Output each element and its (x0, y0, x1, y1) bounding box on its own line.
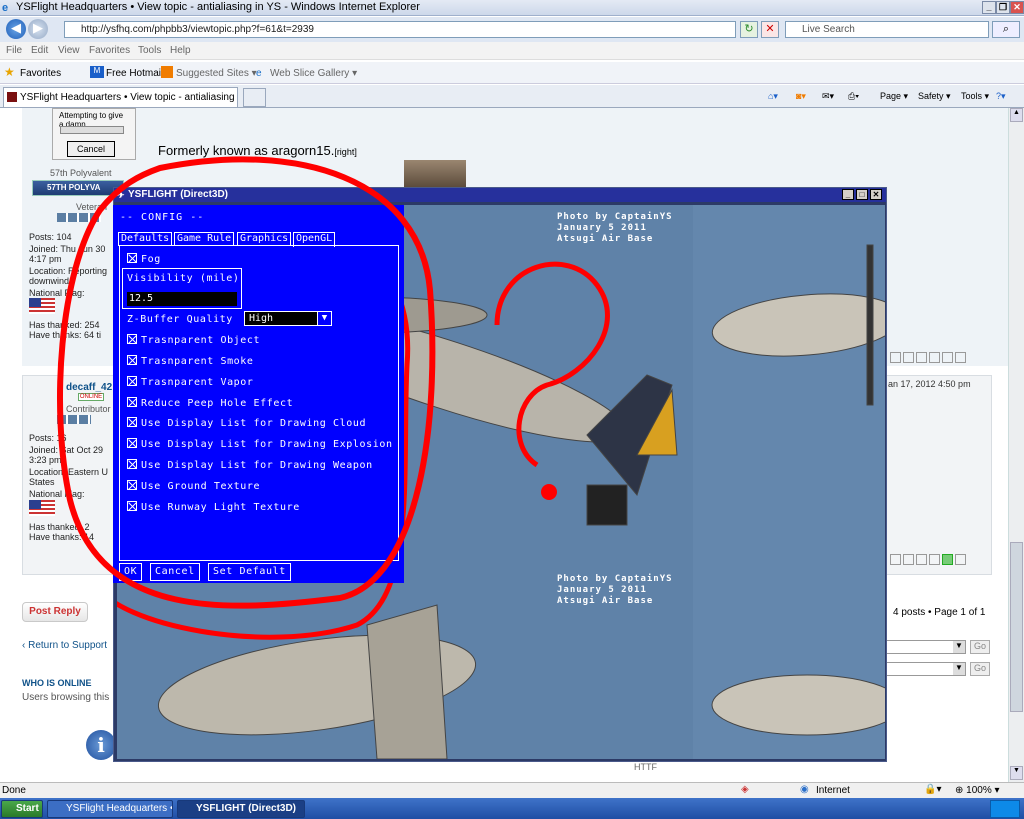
zoom-value: 100% (966, 785, 992, 796)
return-link[interactable]: ‹ Return to Support (22, 640, 107, 651)
go-button[interactable]: Go (970, 640, 990, 654)
photo-credit-top: Photo by CaptainYS January 5 2011 Atsugi… (557, 212, 673, 245)
jump-select[interactable]: ▼ (884, 640, 966, 654)
safety-menu[interactable]: Safety ▾ (918, 91, 951, 102)
photo-credit-line2: January 5 2011 (557, 223, 647, 233)
protected-icon: ◈ (741, 784, 749, 795)
photo-credit-line3b: Atsugi Air Base (557, 596, 654, 606)
popup-progress (60, 126, 124, 134)
photo-credit-bottom: Photo by CaptainYS January 5 2011 Atsugi… (557, 574, 673, 607)
home-icon[interactable]: ⌂▾ (768, 91, 778, 102)
fav-web-slice[interactable]: Web Slice Gallery ▾ (270, 68, 357, 79)
pagination-info: 4 posts • Page 1 of 1 (893, 607, 986, 618)
window-title: YSFlight Headquarters • View topic - ant… (16, 1, 420, 13)
security-icon[interactable]: 🔒▾ (924, 784, 941, 795)
game-close-button[interactable]: ✕ (870, 189, 882, 200)
ie-icon: e (2, 2, 9, 14)
minimize-button[interactable]: _ (982, 1, 996, 14)
menu-favorites[interactable]: Favorites (89, 45, 130, 56)
refresh-icon[interactable]: ↻ (740, 21, 758, 38)
new-tab-button[interactable] (243, 88, 266, 107)
search-button[interactable]: ⌕ (992, 21, 1020, 38)
page-menu[interactable]: Page ▾ (880, 91, 908, 102)
photo-credit-line1: Photo by CaptainYS (557, 212, 673, 222)
zoom-control[interactable]: ⊕ 100% ▾ (955, 785, 1000, 796)
system-tray[interactable] (990, 800, 1020, 818)
taskbar-item-label: YSFLIGHT (Direct3D) (196, 803, 297, 814)
tools-menu[interactable]: Tools ▾ (961, 91, 989, 102)
fav-suggested-sites[interactable]: Suggested Sites ▾ (176, 68, 257, 79)
address-bar[interactable]: http://ysfhq.com/phpbb3/viewtopic.php?f=… (64, 21, 736, 38)
menu-file[interactable]: File (6, 45, 22, 56)
zone-label: Internet (816, 785, 850, 796)
star-icon: ★ (4, 65, 15, 79)
close-button[interactable]: ✕ (1010, 1, 1024, 14)
photo-credit-line1b: Photo by CaptainYS (557, 574, 673, 584)
taskbar-item-label: YSFlight Headquarters • ... (66, 803, 173, 814)
hotmail-icon: M (90, 66, 104, 78)
suggested-icon (161, 66, 173, 78)
e2-aircraft-bottom-right (711, 674, 885, 736)
webslice-icon: e (256, 68, 262, 79)
fav-free-hotmail[interactable]: Free Hotmail (106, 68, 163, 79)
status-text: Done (2, 785, 26, 796)
page-scrollbar[interactable]: ▲ ▼ (1008, 108, 1024, 782)
taskbar-item-browser[interactable]: YSFlight Headquarters • ... (47, 800, 173, 818)
menu-edit[interactable]: Edit (31, 45, 48, 56)
favorites-button[interactable]: Favorites (20, 68, 61, 79)
post-date: an 17, 2012 4:50 pm (888, 379, 971, 389)
post-actions-1[interactable] (890, 352, 984, 364)
who-online-heading: WHO IS ONLINE (22, 678, 92, 688)
back-button[interactable]: ◀ (6, 19, 26, 39)
url-text: http://ysfhq.com/phpbb3/viewtopic.php?f=… (81, 24, 314, 35)
mail-icon[interactable]: ✉▾ (822, 91, 834, 102)
help-icon[interactable]: ?▾ (996, 91, 1006, 102)
globe-icon: ◉ (800, 784, 809, 795)
tab-label: YSFlight Headquarters • View topic - ant… (20, 92, 238, 103)
photo-credit-line3: Atsugi Air Base (557, 234, 654, 244)
info-icon: i (86, 730, 116, 760)
forward-button[interactable]: ▶ (28, 19, 48, 39)
photo-credit-line2b: January 5 2011 (557, 585, 647, 595)
go-button-2[interactable]: Go (970, 662, 990, 676)
feeds-icon[interactable]: ◙▾ (796, 91, 806, 102)
search-input[interactable]: Live Search (785, 21, 989, 38)
menu-view[interactable]: View (58, 45, 80, 56)
print-icon[interactable]: ⎙▾ (848, 91, 859, 102)
menu-help[interactable]: Help (170, 45, 191, 56)
users-browsing: Users browsing this (22, 692, 110, 703)
browser-tab-active[interactable]: YSFlight Headquarters • View topic - ant… (3, 87, 238, 107)
taskbar-item-ysflight[interactable]: YSFLIGHT (Direct3D) (177, 800, 305, 818)
menu-tools[interactable]: Tools (138, 45, 161, 56)
status-bar: Done ◈ ◉ Internet 🔒▾ ⊕ 100% ▾ (0, 782, 1024, 798)
restore-button[interactable]: ❐ (996, 1, 1010, 14)
post-actions-2[interactable] (890, 554, 984, 566)
window-titlebar: e YSFlight Headquarters • View topic - a… (0, 0, 1024, 16)
sort-select[interactable]: ▼ (884, 662, 966, 676)
red-outline-annotation (57, 156, 436, 609)
menu-bar: File Edit View Favorites Tools Help (0, 42, 1024, 60)
start-label: Start (16, 803, 39, 814)
stop-icon[interactable]: ✕ (761, 21, 779, 38)
http-label: HTTF (634, 762, 657, 772)
tab-favicon (7, 92, 17, 102)
start-button[interactable]: Start (1, 800, 43, 818)
red-question-dot-annotation (541, 484, 557, 500)
game-maximize-button[interactable]: □ (856, 189, 868, 200)
game-minimize-button[interactable]: _ (842, 189, 854, 200)
favorites-bar: ★ Favorites M Free Hotmail Suggested Sit… (0, 62, 1024, 84)
